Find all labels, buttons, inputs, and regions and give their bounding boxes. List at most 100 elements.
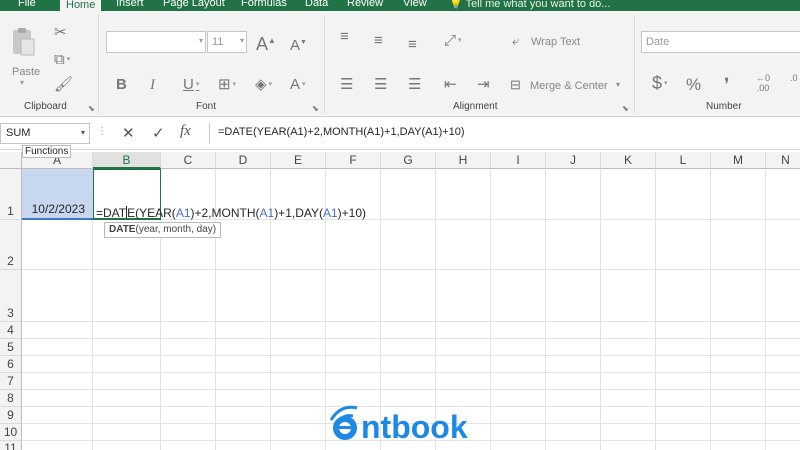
- ref-a1: A1: [322, 206, 338, 220]
- alignment-launcher-icon[interactable]: ⬊: [622, 104, 629, 113]
- paste-icon[interactable]: [10, 27, 36, 57]
- column-header-n[interactable]: N: [766, 152, 800, 169]
- tab-review[interactable]: Review: [347, 0, 383, 11]
- alignment-group-label: Alignment: [453, 101, 498, 112]
- tab-file[interactable]: File: [18, 0, 36, 11]
- row-header-5[interactable]: 5: [0, 339, 22, 356]
- orientation-icon[interactable]: ⤢: [444, 32, 462, 49]
- middle-align-icon[interactable]: ≡: [374, 33, 383, 49]
- decrease-font-size-icon[interactable]: A▼: [290, 35, 307, 54]
- row-header-11[interactable]: 11: [0, 441, 22, 450]
- chevron-down-icon: ▾: [239, 36, 244, 45]
- tab-home[interactable]: Home: [60, 0, 102, 11]
- cut-icon[interactable]: ✂: [54, 25, 67, 41]
- format-painter-icon[interactable]: 🖌: [54, 77, 73, 93]
- font-color-icon[interactable]: A: [290, 76, 306, 93]
- column-header-j[interactable]: J: [546, 152, 601, 169]
- row-header-7[interactable]: 7: [0, 373, 22, 390]
- insert-function-icon[interactable]: fx: [180, 123, 191, 140]
- row-header-6[interactable]: 6: [0, 356, 22, 373]
- wrap-text-button[interactable]: Wrap Text: [531, 36, 580, 48]
- font-launcher-icon[interactable]: ⬊: [312, 104, 319, 113]
- tell-me-search[interactable]: 💡 Tell me what you want to do...: [449, 0, 610, 10]
- formula-input[interactable]: =DATE(YEAR(A1)+2,MONTH(A1)+1,DAY(A1)+10): [209, 123, 800, 144]
- borders-icon[interactable]: ⊞: [218, 76, 236, 93]
- tab-data[interactable]: Data: [305, 0, 328, 11]
- tab-view[interactable]: View: [403, 0, 427, 11]
- tooltip-function-name[interactable]: DATE: [109, 224, 135, 235]
- cancel-icon[interactable]: ✕: [122, 124, 135, 142]
- merge-center-icon[interactable]: ⊟: [510, 77, 521, 93]
- row-number: 7: [7, 374, 14, 388]
- increase-decimal-icon[interactable]: ←0.00: [756, 73, 770, 93]
- column-header-g[interactable]: G: [381, 152, 436, 169]
- row-gridline: [22, 338, 800, 339]
- align-left-icon[interactable]: ☰: [340, 77, 353, 93]
- formula-bar-grip-icon: ⋮: [97, 126, 107, 137]
- clipboard-launcher-icon[interactable]: ⬊: [88, 104, 95, 113]
- enter-check-icon[interactable]: ✓: [152, 124, 165, 142]
- column-header-h[interactable]: H: [436, 152, 491, 169]
- cell-a1[interactable]: 10/2/2023: [22, 169, 93, 220]
- decrease-decimal-icon[interactable]: .0: [790, 73, 798, 83]
- chevron-down-icon: ▾: [198, 36, 203, 45]
- column-header-f[interactable]: F: [326, 152, 381, 169]
- column-gridline: [655, 169, 656, 450]
- copy-icon[interactable]: ⧉: [54, 51, 70, 68]
- row-header-2[interactable]: 2: [0, 220, 22, 270]
- font-size-field[interactable]: 11 ▾: [207, 31, 247, 53]
- row-header-4[interactable]: 4: [0, 322, 22, 339]
- increase-font-size-icon[interactable]: A▲: [256, 33, 276, 53]
- underline-icon[interactable]: U: [183, 76, 199, 93]
- ntbook-logo-mark: ntbook: [329, 405, 468, 445]
- row-header-8[interactable]: 8: [0, 390, 22, 407]
- row-header-9[interactable]: 9: [0, 407, 22, 424]
- row-header-3[interactable]: 3: [0, 270, 22, 322]
- column-header-c[interactable]: C: [161, 152, 216, 169]
- bottom-align-icon[interactable]: ≡: [408, 37, 417, 53]
- decrease-indent-icon[interactable]: ⇤: [444, 77, 457, 93]
- wrap-text-icon[interactable]: ⤶: [512, 33, 519, 49]
- name-box[interactable]: SUM ▾: [0, 123, 90, 144]
- paste-dropdown-icon[interactable]: ▾: [20, 78, 24, 87]
- italic-icon[interactable]: I: [150, 77, 155, 93]
- ref-a1: A1: [259, 206, 275, 220]
- cell-b1-formula[interactable]: =DATE(YEAR(A1)+2,MONTH(A1)+1,DAY(A1)+10): [96, 206, 366, 220]
- row-header-10[interactable]: 10: [0, 424, 22, 441]
- ntbook-logo: ntbook: [325, 398, 475, 446]
- row-gridline: [22, 389, 800, 390]
- column-header-l[interactable]: L: [656, 152, 711, 169]
- merge-dropdown-icon[interactable]: ▾: [616, 80, 620, 89]
- column-header-i[interactable]: I: [491, 152, 546, 169]
- select-all-corner[interactable]: [0, 152, 22, 169]
- tab-insert[interactable]: Insert: [116, 0, 144, 11]
- align-center-icon[interactable]: ☰: [374, 77, 387, 93]
- column-header-b[interactable]: B: [93, 152, 161, 169]
- logo-text: ntbook: [361, 409, 468, 445]
- merge-center-button[interactable]: Merge & Center: [530, 80, 608, 92]
- increase-indent-icon[interactable]: ⇥: [477, 77, 490, 93]
- font-name-field[interactable]: ▾: [106, 31, 206, 53]
- comma-style-icon[interactable]: ❜: [724, 76, 729, 93]
- column-gridline: [600, 169, 601, 450]
- function-argument-tooltip[interactable]: DATE(year, month, day): [104, 222, 222, 238]
- column-header-e[interactable]: E: [271, 152, 326, 169]
- currency-icon[interactable]: $: [652, 74, 668, 92]
- bold-icon[interactable]: B: [116, 77, 127, 93]
- column-header-d[interactable]: D: [216, 152, 271, 169]
- row-number: 11: [4, 441, 17, 450]
- row-header-1[interactable]: 1: [0, 169, 22, 220]
- number-format-value: Date: [646, 36, 670, 48]
- fill-color-icon[interactable]: ◈: [255, 76, 272, 93]
- top-align-icon[interactable]: ≡: [340, 29, 349, 45]
- align-right-icon[interactable]: ☰: [408, 77, 421, 93]
- column-header-m[interactable]: M: [711, 152, 766, 169]
- chevron-down-icon: ▾: [80, 128, 85, 137]
- paste-label[interactable]: Paste: [12, 66, 40, 78]
- row-number: 4: [7, 323, 14, 337]
- number-format-field[interactable]: Date: [641, 31, 800, 53]
- tab-formulas[interactable]: Formulas: [241, 0, 287, 11]
- column-header-k[interactable]: K: [601, 152, 656, 169]
- tab-page-layout[interactable]: Page Layout: [163, 0, 225, 11]
- percent-icon[interactable]: %: [686, 76, 701, 93]
